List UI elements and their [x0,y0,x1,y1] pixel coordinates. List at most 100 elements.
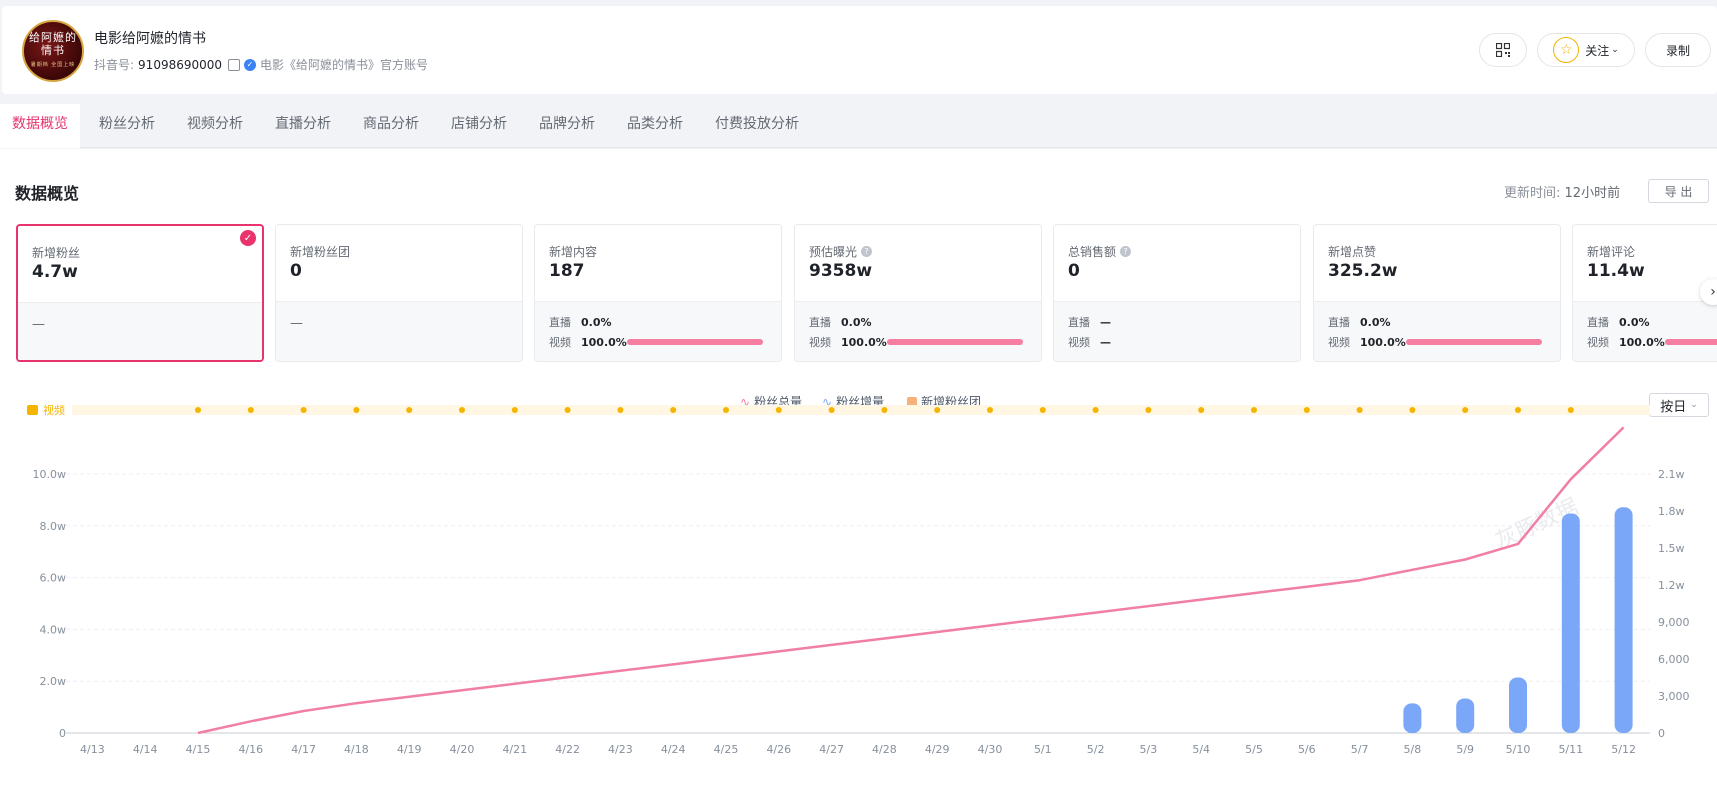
video-marker [670,407,677,413]
x-tick-label: 5/4 [1192,743,1210,756]
video-marker [564,407,571,413]
page: 给阿嬷的情书 暑期档 全国上映 电影给阿嬷的情书 抖音号: 91098690000… [0,0,1717,792]
account-avatar: 给阿嬷的情书 暑期档 全国上映 [22,20,84,82]
x-tick-label: 4/15 [186,743,211,756]
x-tick-label: 4/25 [714,743,739,756]
video-marker [617,407,624,413]
video-marker [300,407,307,413]
y-right-tick-label: 2.1w [1658,468,1685,481]
y-right-tick-label: 9,000 [1658,616,1690,629]
follow-button[interactable]: ☆ 关注 ⌄ [1537,33,1635,67]
video-marker [1039,407,1046,413]
x-tick-label: 4/19 [397,743,422,756]
video-marker [406,407,413,413]
x-tick-label: 4/23 [608,743,633,756]
account-id-value: 91098690000 [138,57,223,72]
tab-live[interactable]: 直播分析 [275,104,331,148]
star-icon: ☆ [1553,37,1580,63]
follow-label: 关注 [1585,43,1610,58]
video-marker [1092,407,1099,413]
video-track-label: 视频 [43,403,65,417]
analysis-tabs: 数据概览 粉丝分析 视频分析 直播分析 商品分析 店铺分析 品牌分析 品类分析 … [0,104,1717,148]
chevron-down-icon: ⌄ [1611,45,1619,55]
video-marker [723,407,729,413]
x-tick-label: 4/27 [819,743,844,756]
video-marker [1567,407,1574,413]
video-marker [828,407,835,413]
x-tick-label: 4/14 [133,743,158,756]
x-tick-label: 4/18 [344,743,369,756]
video-marker [459,407,465,413]
tab-categories[interactable]: 品类分析 [627,104,683,148]
avatar-logo-subtext: 暑期档 全国上映 [30,61,76,68]
x-tick-label: 5/1 [1034,743,1052,756]
video-marker [1515,407,1521,413]
x-tick-label: 5/8 [1404,743,1422,756]
x-tick-label: 4/29 [925,743,950,756]
account-header: 给阿嬷的情书 暑期档 全国上映 电影给阿嬷的情书 抖音号: 91098690000… [2,6,1717,94]
x-tick-label: 4/13 [80,743,105,756]
y-right-tick-label: 3,000 [1658,690,1690,703]
total-fans-line [197,426,1625,735]
fan-increase-bar [1456,698,1475,733]
fans-trend-chart: 视频 0 2.0w 4.0w 6.0w 8.0w 10.0w 0 3,000 6,000 9,000… [27,403,1690,756]
x-tick-label: 4/22 [555,743,580,756]
y-right-tick-label: 1.8w [1658,505,1685,518]
fan-increase-bar [1509,677,1527,733]
copy-icon[interactable] [228,58,241,71]
tab-paid-ads[interactable]: 付费投放分析 [715,104,799,148]
qr-code-button[interactable] [1479,33,1527,67]
account-name: 电影给阿嬷的情书 [94,31,206,47]
y-left-tick-label: 4.0w [40,623,67,636]
video-track-icon [27,405,38,415]
y-left-tick-label: 0 [59,727,66,740]
fan-increase-bar [1614,507,1633,733]
y-right-tick-label: 6,000 [1658,653,1690,666]
video-marker [353,407,360,413]
x-tick-label: 4/26 [766,743,791,756]
video-marker [987,407,993,413]
x-tick-label: 5/10 [1506,743,1531,756]
tab-fans[interactable]: 粉丝分析 [99,104,155,148]
video-marker [1356,407,1363,413]
video-marker [1251,407,1257,413]
video-marker [1145,407,1152,413]
account-id-label: 抖音号: [94,58,135,72]
y-left-tick-label: 10.0w [33,468,67,481]
x-tick-label: 5/3 [1140,743,1158,756]
x-tick-label: 5/7 [1351,743,1369,756]
x-tick-label: 5/9 [1456,743,1474,756]
x-tick-label: 4/17 [291,743,316,756]
x-tick-label: 4/24 [661,743,686,756]
tab-shops[interactable]: 店铺分析 [451,104,507,148]
overview-panel: 数据概览 更新时间: 12小时前 导 出 新增粉丝 4.7w ✓ — 新增粉丝团… [0,149,1717,792]
x-tick-label: 4/16 [238,743,263,756]
video-marker [1303,407,1310,413]
x-tick-label: 5/11 [1558,743,1583,756]
x-tick-label: 5/6 [1298,743,1316,756]
x-tick-label: 4/30 [978,743,1003,756]
tab-overview[interactable]: 数据概览 [0,104,80,148]
x-tick-label: 4/21 [502,743,527,756]
video-marker [511,407,518,413]
x-tick-label: 5/12 [1611,743,1636,756]
tab-videos[interactable]: 视频分析 [187,104,243,148]
fan-increase-bar [1561,513,1580,733]
video-marker [881,407,888,413]
y-left-tick-label: 6.0w [40,572,67,585]
account-meta: 抖音号: 91098690000 ✓ 电影《给阿嬷的情书》官方账号 [94,56,428,73]
y-right-tick-label: 1.5w [1658,542,1685,555]
y-right-tick-label: 1.2w [1658,579,1685,592]
video-marker [1462,407,1469,413]
video-marker [775,407,782,413]
account-verify-text: 电影《给阿嬷的情书》官方账号 [260,58,429,72]
x-tick-label: 5/5 [1245,743,1263,756]
tab-products[interactable]: 商品分析 [363,104,419,148]
y-right-tick-label: 0 [1658,727,1665,740]
video-marker [1198,407,1205,413]
y-left-tick-label: 8.0w [40,520,67,533]
tab-brands[interactable]: 品牌分析 [539,104,595,148]
record-button[interactable]: 录制 [1645,33,1711,67]
x-tick-label: 5/2 [1087,743,1105,756]
fan-increase-bar [1403,703,1422,733]
